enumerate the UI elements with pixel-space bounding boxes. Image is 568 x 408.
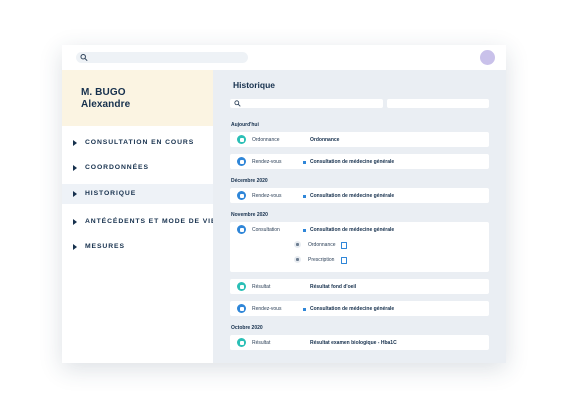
calendar-icon (237, 191, 246, 200)
sidebar-item[interactable]: ANTÉCÉDENTS ET MODE DE VIE (62, 212, 217, 232)
chevron-right-icon (73, 191, 77, 197)
avatar[interactable] (480, 50, 495, 65)
entry-description[interactable]: Ordonnance (310, 137, 339, 143)
history-entry[interactable]: Consultation Consultation de médecine gén… (230, 222, 489, 272)
sidebar-item-label: MESURES (85, 243, 125, 250)
sidebar-item[interactable]: COORDONNÉES (62, 158, 213, 178)
page-title: Historique (233, 80, 276, 90)
lab-result-icon (237, 282, 246, 291)
entry-description[interactable]: Consultation de médecine générale (310, 227, 394, 233)
entry-type: Ordonnance (252, 136, 280, 143)
history-entry[interactable]: Résultat Résultat fond d'oeil (230, 279, 489, 294)
history-filter-select[interactable] (387, 99, 489, 108)
stethoscope-icon (237, 225, 246, 234)
section-date-label: Décembre 2020 (231, 178, 268, 184)
history-panel: Historique Aujourd'hui Ordonnance Ordonnan… (213, 70, 506, 363)
section-date-label: Novembre 2020 (231, 212, 268, 218)
chevron-right-icon (73, 165, 77, 171)
search-icon (80, 53, 88, 62)
prescription-icon (237, 135, 246, 144)
history-entry[interactable]: Résultat Résultat examen biologique - Hba… (230, 335, 489, 350)
pill-icon (294, 241, 301, 248)
entry-type: Rendez-vous (252, 158, 282, 165)
sidebar-item-label: CONSULTATION EN COURS (85, 139, 195, 146)
sidebar-item[interactable]: HISTORIQUE (62, 184, 213, 204)
chevron-right-icon (73, 244, 77, 250)
entry-type: Rendez-vous (252, 192, 282, 199)
status-dot (303, 194, 306, 198)
entry-type: Résultat (252, 339, 271, 346)
global-search-input[interactable] (76, 52, 248, 63)
sidebar-item-label: ANTÉCÉDENTS ET MODE DE VIE (85, 218, 217, 225)
entry-description[interactable]: Consultation de médecine générale (310, 193, 394, 199)
status-dot (303, 228, 306, 232)
sub-entry-label[interactable]: Ordonnance (308, 242, 336, 248)
history-search-input[interactable] (230, 99, 383, 108)
app-window: M. BUGO Alexandre CONSULTATION EN COURS C… (62, 45, 506, 363)
entry-type: Résultat (252, 283, 271, 290)
history-entry[interactable]: Ordonnance Ordonnance (230, 132, 489, 147)
status-dot (303, 307, 306, 311)
search-icon (234, 100, 241, 107)
history-entry[interactable]: Rendez-vous Consultation de médecine géné… (230, 154, 489, 169)
status-dot (303, 160, 306, 164)
entry-type: Consultation (252, 226, 280, 233)
sidebar-item[interactable]: MESURES (62, 237, 213, 257)
section-date-label: Aujourd'hui (231, 122, 259, 128)
entry-type: Rendez-vous (252, 305, 282, 312)
entry-description[interactable]: Consultation de médecine générale (310, 159, 394, 165)
history-entry[interactable]: Rendez-vous Consultation de médecine géné… (230, 301, 489, 316)
top-bar (62, 45, 506, 70)
chevron-right-icon (73, 219, 77, 225)
lab-result-icon (237, 338, 246, 347)
chevron-right-icon (73, 140, 77, 146)
document-icon[interactable] (341, 256, 347, 264)
entry-description[interactable]: Résultat fond d'oeil (310, 284, 356, 290)
patient-first-name: Alexandre (81, 99, 131, 110)
patient-header: M. BUGO Alexandre (62, 70, 213, 126)
document-icon[interactable] (341, 241, 347, 249)
calendar-icon (237, 304, 246, 313)
sidebar: M. BUGO Alexandre CONSULTATION EN COURS C… (62, 70, 217, 363)
section-date-label: Octobre 2020 (231, 325, 263, 331)
patient-name: M. BUGO (81, 87, 126, 98)
sub-entry-label[interactable]: Prescription (308, 257, 334, 263)
history-entry[interactable]: Rendez-vous Consultation de médecine géné… (230, 188, 489, 203)
sidebar-item[interactable]: CONSULTATION EN COURS (62, 133, 213, 153)
prescription-icon (294, 256, 301, 263)
entry-description[interactable]: Résultat examen biologique - Hba1C (310, 340, 397, 346)
sidebar-item-label: HISTORIQUE (85, 190, 137, 197)
calendar-icon (237, 157, 246, 166)
entry-description[interactable]: Consultation de médecine générale (310, 306, 394, 312)
sidebar-item-label: COORDONNÉES (85, 164, 149, 171)
